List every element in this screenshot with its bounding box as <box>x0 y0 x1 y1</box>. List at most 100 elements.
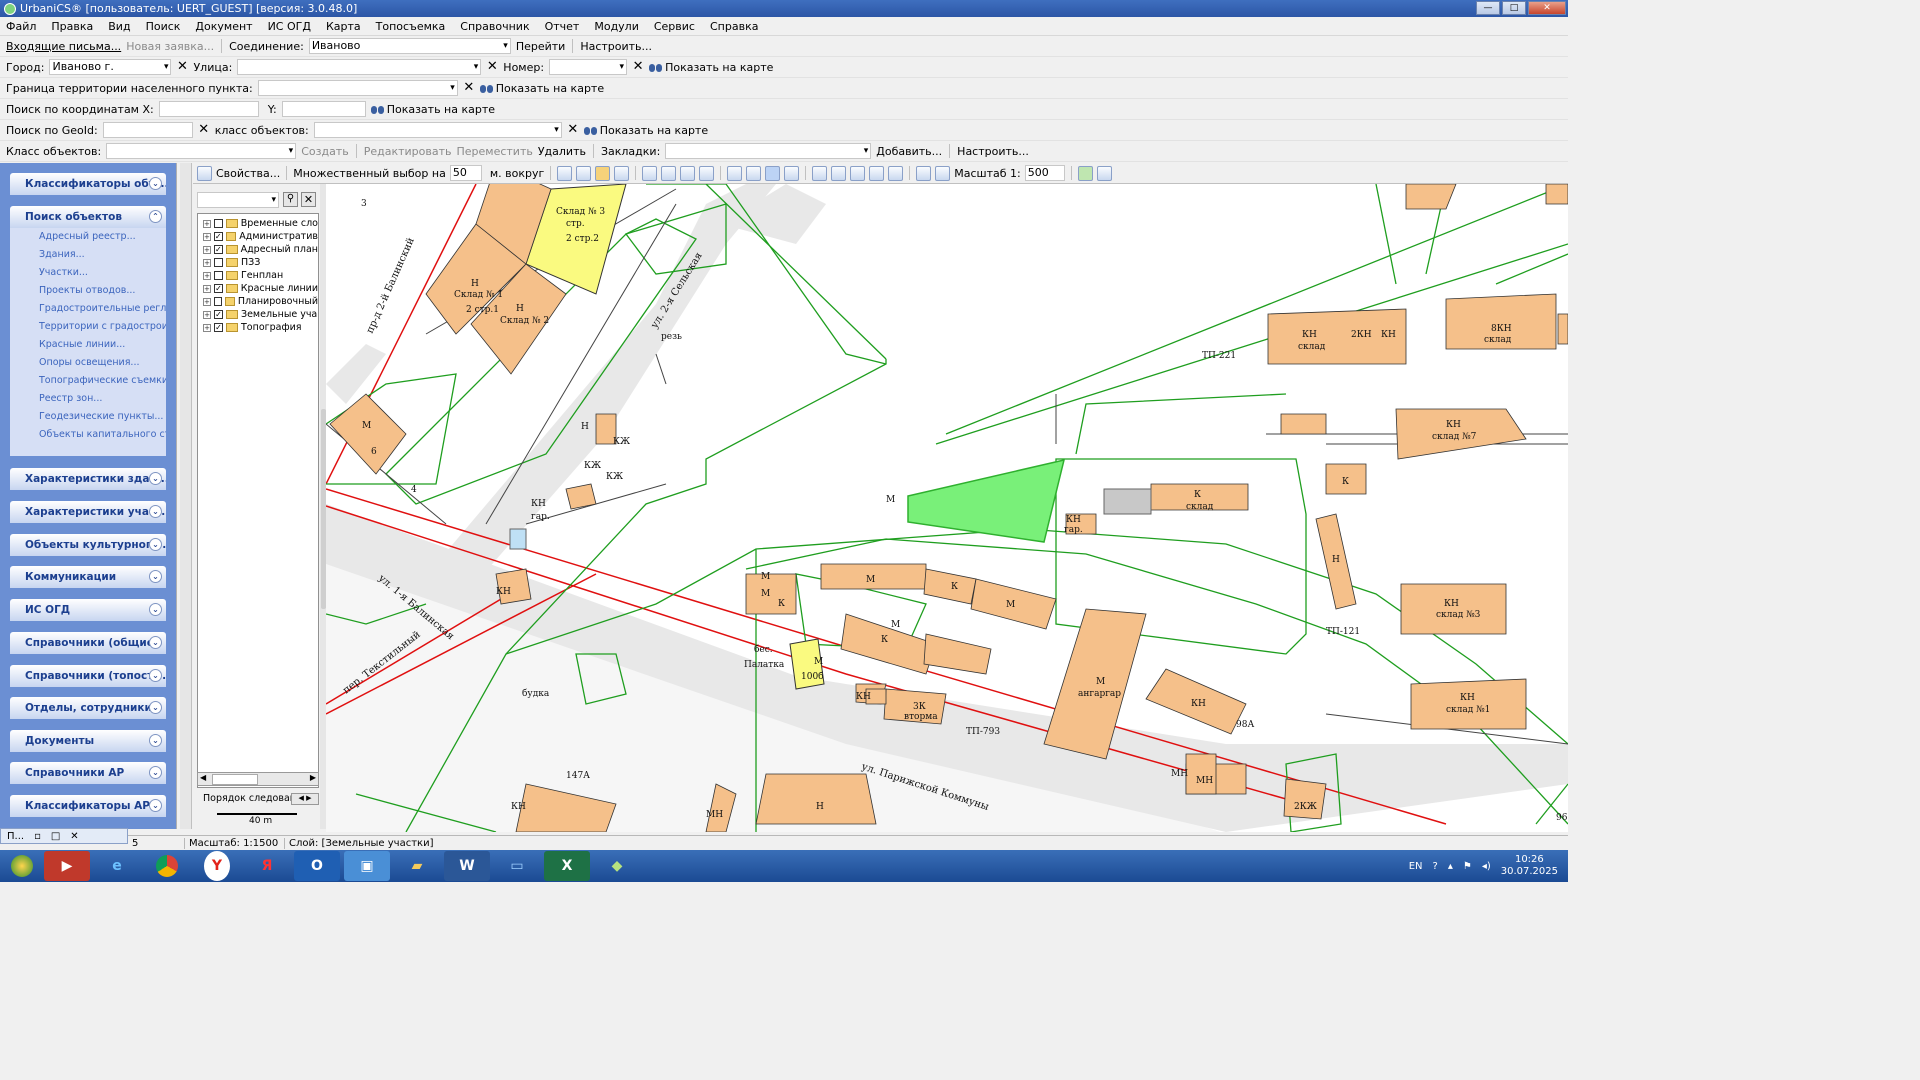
building[interactable] <box>1280 413 1327 435</box>
layer-checkbox[interactable] <box>213 219 223 228</box>
volume-icon[interactable]: ◂) <box>1482 861 1491 872</box>
clock[interactable]: 10:26 30.07.2025 <box>1501 854 1558 878</box>
section-building-chars[interactable]: Характеристики здан... ⌄ <box>10 468 166 490</box>
building[interactable] <box>923 633 992 675</box>
building[interactable] <box>755 773 877 825</box>
expand-icon[interactable]: + <box>203 297 211 306</box>
map-canvas[interactable]: Склад № 3 стр. 2 стр.2 Н Склад № 1 2 стр… <box>326 184 1568 832</box>
section-is-ogd[interactable]: ИС ОГД ⌄ <box>10 599 166 621</box>
layer-checkbox[interactable]: ✓ <box>214 323 223 332</box>
clear-boundary-icon[interactable]: ✕ <box>463 81 475 94</box>
list-item[interactable]: Реестр зон... <box>10 390 166 408</box>
menu-report[interactable]: Отчет <box>545 20 580 33</box>
list-item[interactable]: Проекты отводов... <box>10 282 166 300</box>
menu-reference[interactable]: Справочник <box>460 20 529 33</box>
expand-icon[interactable]: + <box>203 258 211 267</box>
street-select[interactable] <box>237 59 482 75</box>
layer-checkbox[interactable] <box>214 271 223 280</box>
clear-geoid-icon[interactable]: ✕ <box>198 123 210 136</box>
building[interactable] <box>1405 184 1457 210</box>
media-player-icon[interactable]: ▶ <box>44 851 90 881</box>
flag-icon[interactable]: ⚑ <box>1463 861 1472 872</box>
zoom-next-icon[interactable] <box>699 165 715 181</box>
building[interactable] <box>923 568 977 605</box>
list-item[interactable]: Территории с градострoите... <box>10 318 166 336</box>
menu-edit[interactable]: Правка <box>51 20 93 33</box>
building[interactable] <box>1557 313 1568 345</box>
list-item[interactable]: Геодезические пункты... <box>10 408 166 426</box>
layer-checkbox[interactable] <box>214 258 223 267</box>
zoom-out-icon[interactable] <box>661 165 677 181</box>
chevron-down-icon[interactable]: ⌄ <box>149 701 162 714</box>
building[interactable] <box>1283 778 1327 820</box>
menu-file[interactable]: Файл <box>6 20 36 33</box>
list-item[interactable]: Красные линии... <box>10 336 166 354</box>
list-item[interactable]: Адресный реестр... <box>10 228 166 246</box>
chevron-down-icon[interactable]: ⌄ <box>149 472 162 485</box>
section-references-topo[interactable]: Справочники (топосъе... ⌄ <box>10 665 166 687</box>
chevron-down-icon[interactable]: ⌄ <box>149 799 162 812</box>
building[interactable] <box>329 393 407 475</box>
clear-number-icon[interactable]: ✕ <box>632 60 644 73</box>
chevron-up-icon[interactable]: ⌃ <box>149 210 162 223</box>
expand-icon[interactable]: + <box>203 323 211 332</box>
layer-checkbox[interactable]: ✓ <box>213 284 223 293</box>
select-rect-icon[interactable] <box>576 165 592 181</box>
building[interactable] <box>1400 583 1507 635</box>
printer-icon[interactable] <box>1096 165 1112 181</box>
gray-building[interactable] <box>1103 488 1152 515</box>
remote-desktop-icon[interactable]: ▭ <box>494 851 540 881</box>
inbox-link[interactable]: Входящие письма... <box>6 40 121 53</box>
list-item[interactable]: Участки... <box>10 264 166 282</box>
move-button[interactable]: Переместить <box>456 145 532 158</box>
layer-node[interactable]: + ✓ Административ <box>203 230 318 243</box>
menu-document[interactable]: Документ <box>195 20 252 33</box>
measure-icon[interactable] <box>812 165 828 181</box>
check-icon[interactable] <box>869 165 885 181</box>
menu-map[interactable]: Карта <box>326 20 361 33</box>
chevron-down-icon[interactable]: ⌄ <box>149 570 162 583</box>
chevron-down-icon[interactable]: ⌄ <box>149 177 162 190</box>
globe-app-icon[interactable]: ◆ <box>594 851 640 881</box>
layer-node[interactable]: + ✓ Топография <box>203 321 318 334</box>
scroll-left-icon[interactable]: ◀ <box>200 773 206 782</box>
start-button[interactable] <box>0 850 44 882</box>
chevron-down-icon[interactable]: ⌄ <box>149 538 162 551</box>
menu-topo[interactable]: Топосъемка <box>376 20 446 33</box>
list-item[interactable]: Опоры освещения... <box>10 354 166 372</box>
building[interactable] <box>1545 184 1568 205</box>
word-icon[interactable]: W <box>444 851 490 881</box>
show-on-map-button[interactable]: Показать на карте <box>479 82 604 95</box>
scroll-right-icon[interactable]: ▶ <box>310 773 316 782</box>
minimized-window[interactable]: П... ▫ □ ✕ <box>0 828 128 844</box>
setup-button[interactable]: Настроить... <box>580 40 652 53</box>
section-documents[interactable]: Документы ⌄ <box>10 730 166 752</box>
section-classifiers-ar[interactable]: Классификаторы АР ⌄ <box>10 795 166 817</box>
maximize-button[interactable]: □ <box>1502 1 1526 15</box>
close-button[interactable]: ✕ <box>1528 1 1566 15</box>
refresh-icon[interactable] <box>1077 165 1093 181</box>
menu-view[interactable]: Вид <box>108 20 130 33</box>
document-icon[interactable] <box>850 165 866 181</box>
chevron-down-icon[interactable]: ⌄ <box>149 734 162 747</box>
building[interactable] <box>1410 678 1527 730</box>
layer-node[interactable]: + Планировочный <box>203 295 318 308</box>
object-class-select[interactable] <box>313 122 562 138</box>
print-preview-icon[interactable] <box>916 165 932 181</box>
map-svg[interactable]: Склад № 3 стр. 2 стр.2 Н Склад № 1 2 стр… <box>326 184 1568 832</box>
scale-icon[interactable] <box>935 165 951 181</box>
section-references-ar[interactable]: Справочники АР ⌄ <box>10 762 166 784</box>
identify-icon[interactable] <box>784 165 800 181</box>
list-item[interactable]: Градостроительные реглам... <box>10 300 166 318</box>
menu-search[interactable]: Поиск <box>146 20 181 33</box>
full-extent-icon[interactable] <box>727 165 743 181</box>
chrome-icon[interactable] <box>144 851 190 881</box>
expand-icon[interactable]: + <box>203 310 211 319</box>
urbanics-app-icon[interactable]: ▣ <box>344 851 390 881</box>
number-select[interactable] <box>549 59 628 75</box>
clear-street-icon[interactable]: ✕ <box>486 60 498 73</box>
explorer-folder-icon[interactable]: ▰ <box>394 851 440 881</box>
minimize-button[interactable]: — <box>1476 1 1500 15</box>
section-communications[interactable]: Коммуникации ⌄ <box>10 566 166 588</box>
geoid-input[interactable] <box>102 122 193 138</box>
